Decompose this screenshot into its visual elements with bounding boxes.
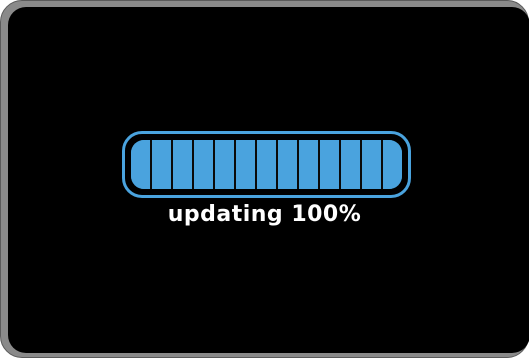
progress-segment xyxy=(278,140,299,189)
progress-segment xyxy=(341,140,362,189)
progress-segment xyxy=(362,140,383,189)
progress-bar xyxy=(122,131,411,198)
progress-segment xyxy=(194,140,215,189)
progress-track xyxy=(131,140,402,189)
progress-segment xyxy=(131,140,152,189)
progress-segment xyxy=(383,140,402,189)
progress-segment xyxy=(320,140,341,189)
progress-fill xyxy=(131,140,402,189)
progress-segment xyxy=(215,140,236,189)
progress-segment xyxy=(257,140,278,189)
progress-segment xyxy=(299,140,320,189)
progress-segment xyxy=(173,140,194,189)
progress-segment xyxy=(152,140,173,189)
update-status-label: updating 100% xyxy=(167,202,362,227)
progress-segment xyxy=(236,140,257,189)
